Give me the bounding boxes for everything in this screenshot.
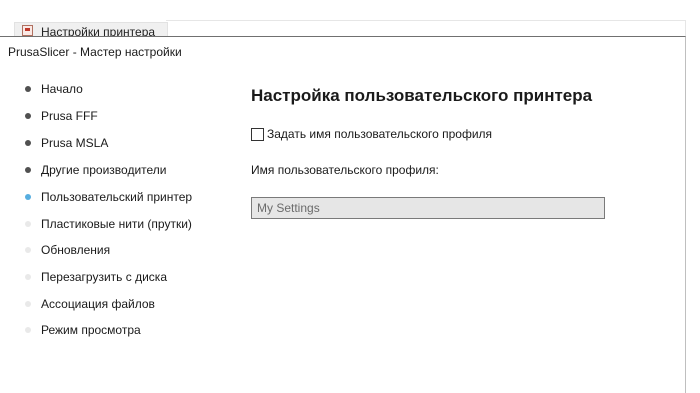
step-done-icon — [25, 167, 31, 173]
profile-name-input-value: My Settings — [257, 201, 320, 215]
custom-profile-name-checkbox[interactable]: Задать имя пользовательского профиля — [251, 127, 511, 143]
sidebar-item-view-mode[interactable]: Режим просмотра — [22, 322, 222, 340]
background-tab-strip-divider — [166, 20, 686, 21]
sidebar-item-label: Начало — [41, 82, 83, 96]
sidebar-item-label: Другие производители — [41, 163, 167, 177]
step-active-icon — [25, 194, 31, 200]
sidebar-item-updates[interactable]: Обновления — [22, 242, 222, 260]
sidebar-item-label: Prusa FFF — [41, 109, 98, 123]
sidebar-item-label: Prusa MSLA — [41, 136, 109, 150]
sidebar-item-label: Обновления — [41, 243, 111, 257]
sidebar-item-welcome[interactable]: Начало — [22, 81, 222, 99]
sidebar-item-reload-from-disk[interactable]: Перезагрузить с диска — [22, 269, 222, 287]
step-pending-icon — [25, 247, 31, 253]
sidebar-item-label: Пластиковые нити (прутки) — [41, 217, 192, 231]
sidebar-item-prusa-fff[interactable]: Prusa FFF — [22, 108, 222, 126]
step-done-icon — [25, 113, 31, 119]
sidebar-item-prusa-msla[interactable]: Prusa MSLA — [22, 135, 222, 153]
step-done-icon — [25, 86, 31, 92]
profile-name-input[interactable]: My Settings — [251, 197, 605, 219]
background-tab-printer-settings[interactable]: Настройки принтера — [14, 22, 168, 37]
sidebar-item-label: Ассоциация файлов — [41, 297, 155, 311]
step-pending-icon — [25, 301, 31, 307]
checkbox-label[interactable]: Задать имя пользовательского профиля — [267, 127, 492, 142]
profile-name-label: Имя пользовательского профиля: — [251, 163, 439, 177]
sidebar-item-custom-printer[interactable]: Пользовательский принтер — [22, 189, 222, 207]
sidebar-item-file-association[interactable]: Ассоциация файлов — [22, 296, 222, 314]
checkbox-box[interactable] — [251, 128, 264, 141]
page-title: Настройка пользовательского принтера — [251, 86, 593, 105]
sidebar-item-filaments[interactable]: Пластиковые нити (прутки) — [22, 216, 222, 234]
sidebar-item-label: Перезагрузить с диска — [41, 270, 167, 284]
dialog-title: PrusaSlicer - Мастер настройки — [8, 45, 182, 59]
step-pending-icon — [25, 274, 31, 280]
step-pending-icon — [25, 327, 31, 333]
sidebar-item-other-vendors[interactable]: Другие производители — [22, 162, 222, 180]
sidebar-item-label: Пользовательский принтер — [41, 190, 193, 204]
step-done-icon — [25, 140, 31, 146]
sidebar-item-label: Режим просмотра — [41, 323, 141, 337]
printer-settings-icon — [22, 25, 33, 36]
step-pending-icon — [25, 221, 31, 227]
